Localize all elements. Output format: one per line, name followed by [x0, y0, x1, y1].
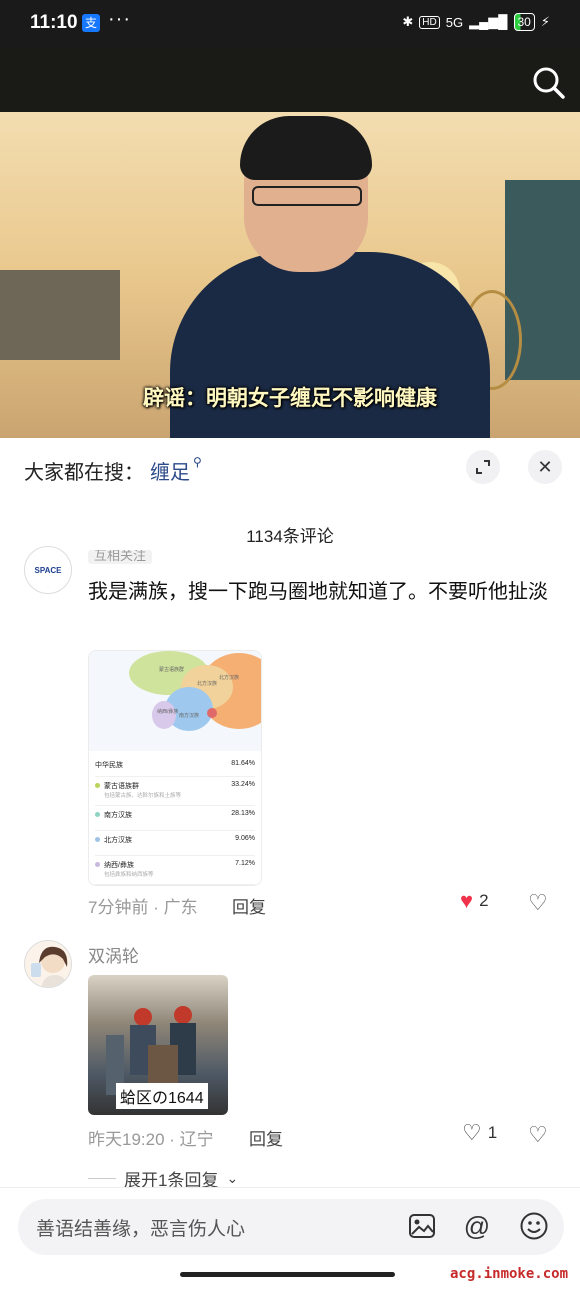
- image-caption: 蛤区の1644: [116, 1083, 208, 1109]
- map-label-1: 蒙古语族群: [159, 666, 184, 673]
- avatar-logo: SPACE: [34, 565, 62, 575]
- search-suggestion-term[interactable]: 缠足: [150, 456, 190, 485]
- comment-image-historical[interactable]: 蛤区の1644: [88, 975, 228, 1115]
- search-mini-icon: ⚲: [193, 455, 202, 469]
- commenter-avatar[interactable]: SPACE: [24, 546, 72, 594]
- map-label-4: 纳西/彝族: [157, 708, 178, 715]
- mention-icon[interactable]: @: [462, 1211, 492, 1241]
- comment-time: 7分钟前: [88, 898, 149, 917]
- ancestry-row: 纳西/彝族 7.12% 包括彝族和纳西族等: [95, 855, 255, 878]
- comment-count: 1134条评论: [246, 527, 334, 546]
- search-icon[interactable]: [532, 66, 566, 100]
- ancestry-row-name: 南方汉族: [104, 812, 132, 819]
- dislike-icon[interactable]: ♡: [528, 890, 548, 916]
- anime-avatar-icon: [31, 946, 68, 987]
- divider-line: [88, 1178, 116, 1179]
- ancestry-row: 蒙古语族群 33.24% 包括蒙古族、达斡尔族和土族等: [95, 776, 255, 799]
- map-label-2: 北方汉族: [197, 680, 217, 687]
- video-top-bar: [0, 48, 580, 112]
- ancestry-header-value: 81.64%: [231, 760, 255, 767]
- like-count: 2: [479, 891, 489, 910]
- close-panel-button[interactable]: ✕: [528, 450, 562, 484]
- ancestry-row: 畲族1.62%: [95, 884, 255, 885]
- hd-icon: HD: [419, 15, 440, 29]
- ancestry-row-sub: 包括蒙古族、达斡尔族和土族等: [104, 793, 182, 799]
- ancestry-rows: 蒙古语族群 33.24% 包括蒙古族、达斡尔族和土族等 南方汉族 28.13% 北方汉族 9…: [95, 776, 255, 885]
- ancestry-row: 北方汉族 9.06%: [95, 830, 255, 845]
- ancestry-row: 南方汉族 28.13%: [95, 805, 255, 820]
- close-icon: ✕: [537, 457, 553, 477]
- ancestry-row-sub: 包括彝族和纳西族等: [104, 872, 154, 878]
- ancestry-row-value: 33.24%: [231, 781, 255, 788]
- like-button[interactable]: ♥ 2: [460, 890, 489, 912]
- comment-time: 昨天19:20: [88, 1130, 165, 1149]
- dislike-icon[interactable]: ♡: [528, 1122, 548, 1148]
- like-count: 1: [487, 1123, 498, 1142]
- legend-dot: [95, 812, 100, 817]
- presenter-hair: [240, 116, 372, 180]
- commenter-name[interactable]: 双涡轮: [88, 942, 139, 967]
- status-time: 11:10: [30, 12, 78, 33]
- image-icon[interactable]: [408, 1212, 436, 1240]
- signal-icon: ▂▄▆█: [469, 14, 508, 29]
- reply-button[interactable]: 回复: [232, 893, 266, 918]
- mutual-follow-tag: 互相关注: [88, 550, 153, 564]
- video-subtitle: 辟谣：明朝女子缠足不影响健康: [143, 386, 437, 410]
- ancestry-row-value: 28.13%: [231, 810, 255, 817]
- heart-outline-icon: ♡: [462, 1120, 482, 1145]
- alipay-icon: 支: [82, 14, 100, 32]
- legend-dot: [95, 837, 100, 842]
- comment-location: 广东: [163, 898, 198, 917]
- comment-text: 我是满族，搜一下跑马圈地就知道了。不要听他扯淡: [88, 581, 548, 603]
- ancestry-table: 中华民族 81.64% 蒙古语族群 33.24% 包括蒙古族、达斡尔族和土族等 南方汉…: [89, 756, 261, 885]
- network-label: 5G: [445, 14, 464, 30]
- expand-icon: [476, 460, 490, 474]
- bookshelf-left: [0, 270, 120, 360]
- commenter-avatar[interactable]: [24, 940, 72, 988]
- status-right: ✱ HD 5G ▂▄▆█ 30 ⚡: [402, 13, 550, 31]
- search-suggestion-prefix: 大家都在搜：: [24, 462, 144, 484]
- presenter-glasses: [252, 186, 362, 206]
- comment-image-ancestry[interactable]: 蒙古语族群 北方汉族 北方汉族 纳西/彝族 南方汉族 中华民族 81.64% 蒙…: [88, 650, 262, 886]
- comment-input-placeholder: 善语结善缘，恶言伤人心: [36, 1219, 246, 1240]
- map-label-3: 北方汉族: [219, 674, 239, 681]
- expand-panel-button[interactable]: [466, 450, 500, 484]
- comment-meta: 昨天19:20 · 辽宁: [88, 1130, 214, 1149]
- home-indicator[interactable]: [180, 1272, 395, 1277]
- emoji-icon[interactable]: [519, 1211, 549, 1241]
- ancestry-map: 蒙古语族群 北方汉族 北方汉族 纳西/彝族 南方汉族: [89, 651, 261, 751]
- comment-location: 辽宁: [179, 1130, 214, 1149]
- ancestry-row-name: 纳西/彝族: [104, 862, 134, 869]
- ancestry-header-label: 中华民族: [95, 762, 123, 769]
- ancestry-row-name: 北方汉族: [104, 837, 132, 844]
- like-button[interactable]: ♡ 1: [462, 1122, 497, 1144]
- bluetooth-icon: ✱: [402, 14, 414, 29]
- reply-button[interactable]: 回复: [249, 1125, 283, 1150]
- legend-dot: [95, 783, 100, 788]
- map-label-5: 南方汉族: [179, 712, 199, 719]
- watermark: acg.inmoke.com: [450, 1266, 569, 1282]
- ancestry-row-value: 7.12%: [235, 860, 255, 867]
- video-player[interactable]: 辟谣：明朝女子缠足不影响健康: [0, 112, 580, 438]
- chevron-down-icon: ⌄: [226, 1170, 239, 1186]
- status-bar: 11:10 支 ··· ✱ HD 5G ▂▄▆█ 30 ⚡: [0, 0, 580, 48]
- battery-icon: 30: [513, 13, 535, 31]
- ancestry-row-name: 蒙古语族群: [104, 783, 139, 790]
- charging-icon: ⚡: [540, 14, 550, 29]
- ancestry-header: 中华民族 81.64%: [95, 760, 255, 770]
- ancestry-row-value: 9.06%: [235, 835, 255, 842]
- heart-filled-icon: ♥: [460, 888, 474, 913]
- comment-meta: 7分钟前 · 广东: [88, 898, 198, 917]
- comment-panel: [0, 438, 580, 1289]
- more-notifications-icon: ···: [108, 8, 131, 30]
- legend-dot: [95, 862, 100, 867]
